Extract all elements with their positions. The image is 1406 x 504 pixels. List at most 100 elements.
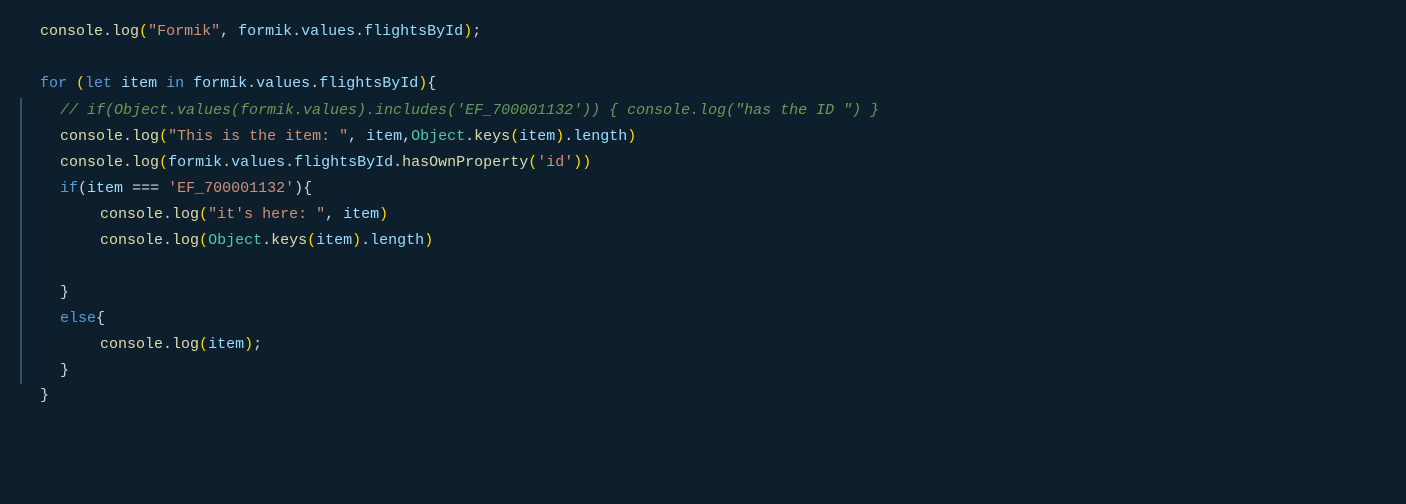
- indent-bar: [20, 280, 22, 306]
- token: log: [172, 229, 199, 253]
- token: keys: [474, 125, 510, 149]
- token: ,: [220, 20, 238, 44]
- token: log: [172, 333, 199, 357]
- token: [123, 177, 132, 201]
- token: 'EF_700001132': [168, 177, 294, 201]
- token: console: [100, 203, 163, 227]
- code-line-15: }: [0, 384, 1406, 410]
- token: keys: [271, 229, 307, 253]
- token: ): [627, 125, 636, 149]
- token: (: [159, 151, 168, 175]
- token: let: [85, 72, 112, 96]
- token: .: [163, 203, 172, 227]
- token: Object: [411, 125, 465, 149]
- token: [112, 72, 121, 96]
- token: if: [60, 177, 78, 201]
- token: console: [100, 229, 163, 253]
- indent-bar: [20, 254, 22, 280]
- token: ,: [348, 125, 366, 149]
- token: item: [366, 125, 402, 149]
- token: (: [199, 203, 208, 227]
- code-line-5: console.log("This is the item: ", item,O…: [0, 124, 1406, 150]
- token: console: [60, 151, 123, 175]
- token: {: [427, 72, 436, 96]
- token: (: [199, 333, 208, 357]
- code-line-12: else{: [0, 306, 1406, 332]
- token: hasOwnProperty: [402, 151, 528, 175]
- indent-bar: [20, 176, 22, 202]
- token: ): [463, 20, 472, 44]
- token: item: [121, 72, 157, 96]
- token: log: [112, 20, 139, 44]
- token: values: [231, 151, 285, 175]
- token: values: [256, 72, 310, 96]
- token: }: [60, 281, 69, 305]
- token: .: [361, 229, 370, 253]
- code-line-13: console.log(item);: [0, 332, 1406, 358]
- token: ): [379, 203, 388, 227]
- code-line-7: if(item === 'EF_700001132'){: [0, 176, 1406, 202]
- token: .: [292, 20, 301, 44]
- token: (: [510, 125, 519, 149]
- token: .: [465, 125, 474, 149]
- token: length: [370, 229, 424, 253]
- token: in: [166, 72, 184, 96]
- token: }: [40, 384, 49, 408]
- token: for: [40, 72, 67, 96]
- token: console: [60, 125, 123, 149]
- code-line-1: console.log("Formik", formik.values.flig…: [0, 20, 1406, 46]
- token: log: [132, 151, 159, 175]
- token: "it's here: ": [208, 203, 325, 227]
- token: ;: [472, 20, 481, 44]
- token: flightsById: [294, 151, 393, 175]
- token: (: [139, 20, 148, 44]
- indent-bar: [20, 228, 22, 254]
- indent-bar: [20, 202, 22, 228]
- token: }: [60, 359, 69, 383]
- token: [157, 72, 166, 96]
- code-line-10: [0, 254, 1406, 280]
- token: .: [163, 229, 172, 253]
- token: (: [199, 229, 208, 253]
- token: [67, 72, 76, 96]
- indent-bar: [20, 332, 22, 358]
- token: (: [159, 125, 168, 149]
- token: 'id': [537, 151, 573, 175]
- token: ): [555, 125, 564, 149]
- token: [159, 177, 168, 201]
- token: ): [418, 72, 427, 96]
- token: .: [123, 151, 132, 175]
- token: ===: [132, 177, 159, 201]
- token: {: [96, 307, 105, 331]
- token: ): [582, 151, 591, 175]
- token: length: [573, 125, 627, 149]
- token: .: [310, 72, 319, 96]
- code-line-14: }: [0, 358, 1406, 384]
- token: .: [103, 20, 112, 44]
- token: .: [163, 333, 172, 357]
- indent-bar: [20, 358, 22, 384]
- token: item: [519, 125, 555, 149]
- token: .: [123, 125, 132, 149]
- code-line-3: for (let item in formik.values.flightsBy…: [0, 72, 1406, 98]
- code-line-2: [0, 46, 1406, 72]
- token: console: [40, 20, 103, 44]
- token: .: [285, 151, 294, 175]
- token: flightsById: [319, 72, 418, 96]
- token: "Formik": [148, 20, 220, 44]
- token: ): [573, 151, 582, 175]
- token: .: [222, 151, 231, 175]
- token: log: [132, 125, 159, 149]
- token: item: [343, 203, 379, 227]
- token: ){: [294, 177, 312, 201]
- token: .: [247, 72, 256, 96]
- indent-bar: [20, 150, 22, 176]
- token: (: [528, 151, 537, 175]
- token: ): [244, 333, 253, 357]
- token: flightsById: [364, 20, 463, 44]
- token: (: [78, 177, 87, 201]
- code-editor: console.log("Formik", formik.values.flig…: [0, 12, 1406, 418]
- code-line-8: console.log("it's here: ", item): [0, 202, 1406, 228]
- code-line-6: console.log(formik.values.flightsById.ha…: [0, 150, 1406, 176]
- token: item: [316, 229, 352, 253]
